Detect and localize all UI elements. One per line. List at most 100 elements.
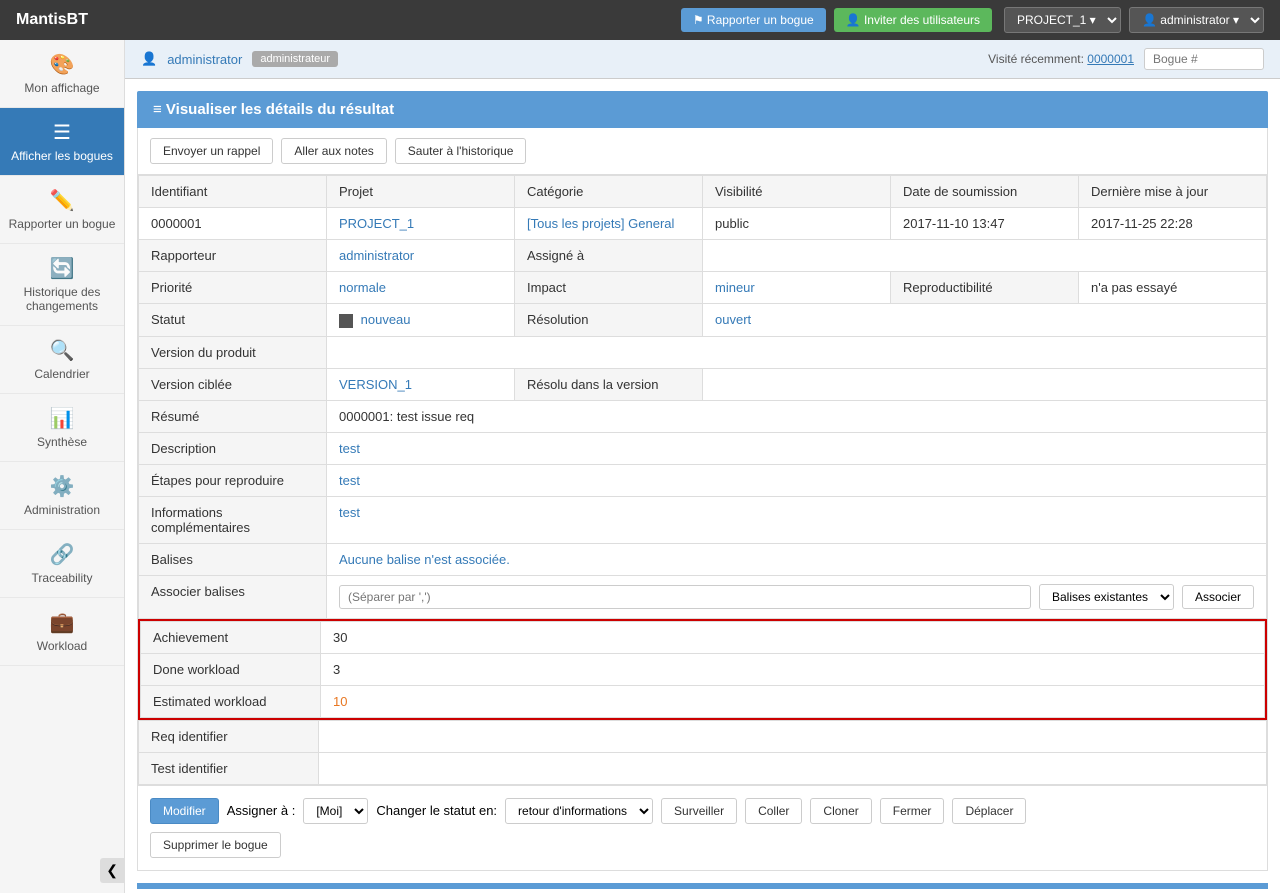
cf-td-done-workload: 3	[321, 653, 1265, 685]
th-derniere-maj: Dernière mise à jour	[1079, 176, 1267, 208]
td-identifiant: 0000001	[139, 208, 327, 240]
briefcase-icon: 💼	[50, 610, 75, 635]
extra-row-req: Req identifier	[139, 720, 1267, 752]
sidebar-label-administration: Administration	[24, 503, 100, 517]
cf-td-achievement: 30	[321, 621, 1265, 653]
cf-th-estimated-workload: Estimated workload	[141, 685, 321, 717]
sidebar-item-historique[interactable]: 🔄 Historique des changements	[0, 244, 124, 326]
sidebar-label-workload: Workload	[37, 639, 87, 653]
td-infos: test	[327, 496, 1267, 543]
surveiller-button[interactable]: Surveiller	[661, 798, 737, 824]
th-priorite: Priorité	[139, 272, 327, 304]
th-visibilite: Visibilité	[703, 176, 891, 208]
th-etapes: Étapes pour reproduire	[139, 464, 327, 496]
categorie-link[interactable]: [Tous les projets] General	[527, 216, 674, 231]
project-selector[interactable]: PROJECT_1 ▾	[1004, 7, 1121, 33]
report-bug-button[interactable]: ⚑ Rapporter un bogue	[681, 8, 826, 32]
td-resolu	[703, 368, 1267, 400]
td-visibilite: public	[703, 208, 891, 240]
table-row-infos: Informations complémentaires test	[139, 496, 1267, 543]
details-table: Identifiant Projet Catégorie Visibilité …	[138, 175, 1267, 619]
sidebar-item-calendrier[interactable]: 🔍 Calendrier	[0, 326, 124, 394]
brand-logo: MantisBT	[16, 11, 88, 29]
supprimer-button[interactable]: Supprimer le bogue	[150, 832, 281, 858]
sidebar-item-workload[interactable]: 💼 Workload	[0, 598, 124, 666]
sidebar-item-rapporter-bogue[interactable]: ✏️ Rapporter un bogue	[0, 176, 124, 244]
balises-link[interactable]: Aucune balise n'est associée.	[339, 552, 510, 567]
th-impact: Impact	[515, 272, 703, 304]
section-title: ≡ Visualiser les détails du résultat	[137, 91, 1268, 128]
tags-input-row: Balises existantes Associer	[339, 584, 1254, 610]
sidebar-label-historique: Historique des changements	[8, 285, 116, 313]
td-resume: 0000001: test issue req	[327, 400, 1267, 432]
coller-button[interactable]: Coller	[745, 798, 802, 824]
visited-recently: Visité récemment: 0000001	[988, 52, 1134, 66]
sidebar-label-traceability: Traceability	[32, 571, 93, 585]
resolution-link[interactable]: ouvert	[715, 312, 751, 327]
envoyer-rappel-button[interactable]: Envoyer un rappel	[150, 138, 273, 164]
aller-notes-button[interactable]: Aller aux notes	[281, 138, 386, 164]
sidebar-item-administration[interactable]: ⚙️ Administration	[0, 462, 124, 530]
th-associer-balises: Associer balises	[139, 575, 327, 618]
action-buttons: Envoyer un rappel Aller aux notes Sauter…	[137, 128, 1268, 175]
invite-users-button[interactable]: 👤 Inviter des utilisateurs	[834, 8, 992, 32]
td-priorite: normale	[327, 272, 515, 304]
sidebar-item-afficher-bogues[interactable]: ☰ Afficher les bogues	[0, 108, 124, 176]
list-icon: ☰	[53, 120, 71, 145]
role-badge: administrateur	[252, 51, 338, 67]
th-projet: Projet	[327, 176, 515, 208]
cf-th-achievement: Achievement	[141, 621, 321, 653]
sidebar-item-traceability[interactable]: 🔗 Traceability	[0, 530, 124, 598]
modifier-button[interactable]: Modifier	[150, 798, 219, 824]
th-description: Description	[139, 432, 327, 464]
sub-header: 👤 administrator administrateur Visité ré…	[125, 40, 1280, 79]
table-row-resume: Résumé 0000001: test issue req	[139, 400, 1267, 432]
cloner-button[interactable]: Cloner	[810, 798, 871, 824]
rapporteur-link[interactable]: administrator	[339, 248, 414, 263]
sauter-historique-button[interactable]: Sauter à l'historique	[395, 138, 527, 164]
td-rapporteur: administrator	[327, 240, 515, 272]
priorite-link[interactable]: normale	[339, 280, 386, 295]
search-icon: 🔍	[50, 338, 75, 363]
table-row-description: Description test	[139, 432, 1267, 464]
th-rapporteur: Rapporteur	[139, 240, 327, 272]
th-infos: Informations complémentaires	[139, 496, 327, 543]
statut-link[interactable]: nouveau	[361, 312, 411, 327]
impact-link[interactable]: mineur	[715, 280, 755, 295]
th-test: Test identifier	[139, 752, 319, 784]
associer-button[interactable]: Associer	[1182, 585, 1254, 609]
td-etapes: test	[327, 464, 1267, 496]
th-categorie: Catégorie	[515, 176, 703, 208]
tags-text-input[interactable]	[339, 585, 1031, 609]
td-description: test	[327, 432, 1267, 464]
th-reproductibilite: Reproductibilité	[891, 272, 1079, 304]
table-row-version-produit: Version du produit	[139, 336, 1267, 368]
user-link[interactable]: administrator	[167, 52, 242, 67]
th-statut: Statut	[139, 304, 327, 337]
deplacer-button[interactable]: Déplacer	[952, 798, 1026, 824]
version-ciblee-link[interactable]: VERSION_1	[339, 377, 412, 392]
status-change-select[interactable]: retour d'informations	[505, 798, 653, 824]
tags-select[interactable]: Balises existantes	[1039, 584, 1174, 610]
bottom-actions-row1: Modifier Assigner à : [Moi] Changer le s…	[150, 798, 1255, 824]
sidebar-collapse-button[interactable]: ❮	[100, 858, 124, 883]
assign-select[interactable]: [Moi]	[303, 798, 368, 824]
table-row-statut: Statut nouveau Résolution ouvert	[139, 304, 1267, 337]
extra-rows-table: Req identifier Test identifier	[138, 720, 1267, 785]
bottom-strip	[137, 883, 1268, 889]
projet-link[interactable]: PROJECT_1	[339, 216, 414, 231]
td-assigne	[703, 240, 1267, 272]
sidebar-item-mon-affichage[interactable]: 🎨 Mon affichage	[0, 40, 124, 108]
sidebar-label-calendrier: Calendrier	[34, 367, 89, 381]
sidebar-item-synthese[interactable]: 📊 Synthèse	[0, 394, 124, 462]
details-section: Identifiant Projet Catégorie Visibilité …	[137, 175, 1268, 786]
user-selector[interactable]: 👤 administrator ▾	[1129, 7, 1264, 33]
pencil-icon: ✏️	[50, 188, 75, 213]
fermer-button[interactable]: Fermer	[880, 798, 945, 824]
status-color-badge	[339, 314, 353, 328]
visited-link[interactable]: 0000001	[1087, 52, 1134, 66]
table-row-priorite: Priorité normale Impact mineur Reproduct…	[139, 272, 1267, 304]
changer-statut-label: Changer le statut en:	[376, 803, 497, 818]
bug-search-input[interactable]	[1144, 48, 1264, 70]
sidebar-label-rapporter-bogue: Rapporter un bogue	[9, 217, 116, 231]
